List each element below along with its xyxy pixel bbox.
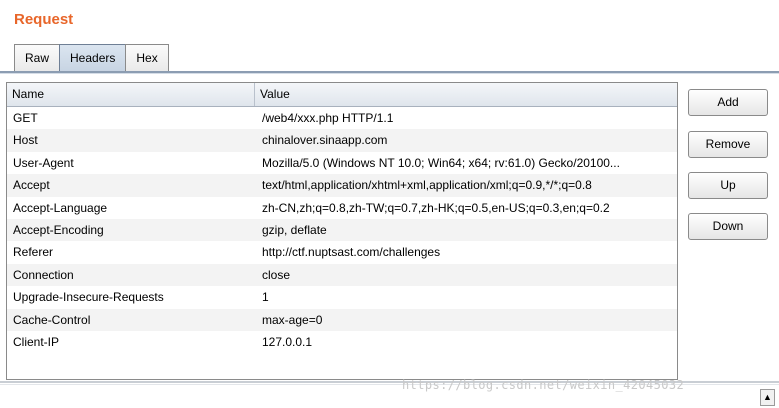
table-row[interactable]: GET /web4/xxx.php HTTP/1.1 (7, 107, 677, 129)
down-button[interactable]: Down (688, 213, 768, 240)
table-row[interactable]: Accept-Encoding gzip, deflate (7, 218, 677, 242)
table-row[interactable]: Cache-Control max-age=0 (7, 308, 677, 331)
table-body: GET /web4/xxx.php HTTP/1.1 Host chinalov… (7, 107, 677, 353)
request-panel: Request Raw Headers Hex Name Value GET /… (0, 0, 779, 408)
header-name-cell[interactable]: Cache-Control (7, 309, 255, 331)
table-row[interactable]: Accept text/html,application/xhtml+xml,a… (7, 174, 677, 197)
header-name-cell[interactable]: GET (7, 107, 255, 129)
header-value-cell[interactable]: max-age=0 (255, 309, 677, 331)
header-value-cell[interactable]: close (255, 264, 677, 286)
view-tabs: Raw Headers Hex (14, 44, 169, 73)
table-row[interactable]: Accept-Language zh-CN,zh;q=0.8,zh-TW;q=0… (7, 197, 677, 219)
header-name-cell[interactable]: Host (7, 129, 255, 151)
header-value-cell[interactable]: /web4/xxx.php HTTP/1.1 (255, 107, 677, 129)
panel-title: Request (14, 11, 74, 28)
header-value-cell[interactable]: Mozilla/5.0 (Windows NT 10.0; Win64; x64… (255, 152, 677, 174)
tab-headers[interactable]: Headers (59, 44, 127, 73)
header-value-cell[interactable]: chinalover.sinaapp.com (255, 129, 677, 151)
remove-button[interactable]: Remove (688, 131, 768, 158)
tab-raw[interactable]: Raw (14, 44, 61, 72)
header-value-cell[interactable]: 127.0.0.1 (255, 331, 677, 353)
column-header-value[interactable]: Value (255, 83, 677, 106)
table-row[interactable]: Referer http://ctf.nuptsast.com/challeng… (7, 241, 677, 263)
headers-table: Name Value GET /web4/xxx.php HTTP/1.1 Ho… (6, 82, 678, 380)
tab-hex[interactable]: Hex (125, 44, 169, 72)
header-name-cell[interactable]: Accept-Language (7, 197, 255, 219)
add-button[interactable]: Add (688, 89, 768, 116)
header-value-cell[interactable]: zh-CN,zh;q=0.8,zh-TW;q=0.7,zh-HK;q=0.5,e… (255, 197, 677, 219)
table-row[interactable]: Connection close (7, 263, 677, 287)
header-value-cell[interactable]: text/html,application/xhtml+xml,applicat… (255, 174, 677, 196)
watermark: https://blog.csdn.net/weixin_42045032 (402, 378, 685, 392)
up-button[interactable]: Up (688, 172, 768, 199)
header-value-cell[interactable]: http://ctf.nuptsast.com/challenges (255, 241, 677, 263)
header-name-cell[interactable]: Client-IP (7, 331, 255, 353)
header-value-cell[interactable]: 1 (255, 286, 677, 308)
table-header: Name Value (7, 83, 677, 107)
table-row[interactable]: User-Agent Mozilla/5.0 (Windows NT 10.0;… (7, 152, 677, 174)
header-value-cell[interactable]: gzip, deflate (255, 219, 677, 241)
header-name-cell[interactable]: Connection (7, 264, 255, 286)
table-row[interactable]: Client-IP 127.0.0.1 (7, 331, 677, 353)
header-name-cell[interactable]: Accept-Encoding (7, 219, 255, 241)
tabs-divider-shadow (0, 73, 779, 74)
header-name-cell[interactable]: Upgrade-Insecure-Requests (7, 286, 255, 308)
header-name-cell[interactable]: User-Agent (7, 152, 255, 174)
column-header-name[interactable]: Name (7, 83, 255, 106)
table-row[interactable]: Upgrade-Insecure-Requests 1 (7, 286, 677, 308)
header-name-cell[interactable]: Accept (7, 174, 255, 196)
table-row[interactable]: Host chinalover.sinaapp.com (7, 129, 677, 152)
scroll-up-arrow-icon[interactable]: ▲ (760, 389, 775, 406)
header-name-cell[interactable]: Referer (7, 241, 255, 263)
